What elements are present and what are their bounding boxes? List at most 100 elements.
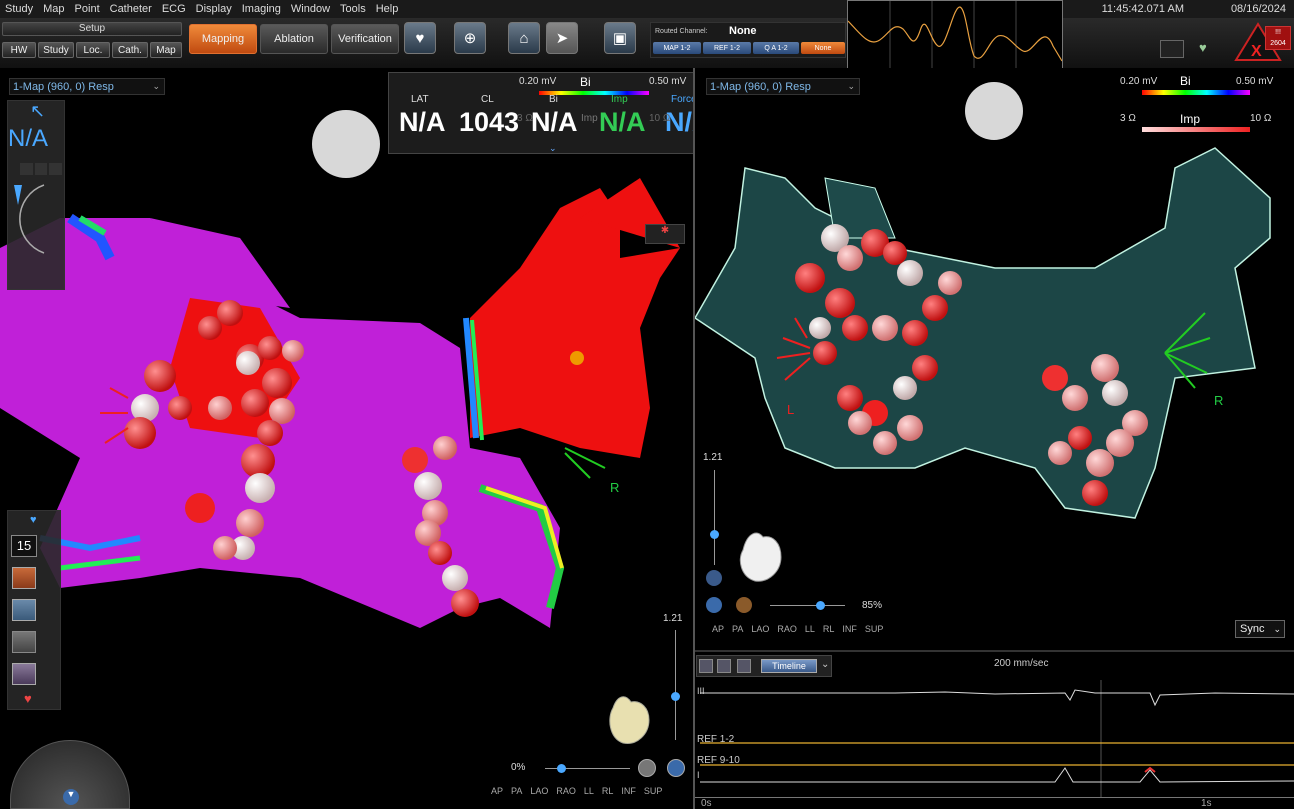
right-zoom-handle[interactable]: [710, 530, 719, 539]
right-view-inf[interactable]: INF: [842, 624, 857, 634]
force-na-display: N/A: [8, 125, 49, 152]
left-view-ap[interactable]: AP: [491, 786, 503, 796]
right-view-ap[interactable]: AP: [712, 624, 724, 634]
left-view-pa[interactable]: PA: [511, 786, 522, 796]
setup-map-button[interactable]: Map: [150, 42, 182, 58]
left-zoom-slider[interactable]: [675, 630, 676, 740]
ecg-time-start: 0s: [701, 798, 712, 809]
down-arrow-icon[interactable]: ▼: [63, 789, 79, 805]
chevron-down-icon[interactable]: ⌄: [821, 659, 829, 670]
monitor-icon[interactable]: ▣: [604, 22, 636, 54]
setup-cath-button[interactable]: Cath.: [112, 42, 148, 58]
left-opacity-handle[interactable]: [557, 764, 566, 773]
right-view-lao[interactable]: LAO: [751, 624, 769, 634]
menu-window[interactable]: Window: [286, 3, 335, 15]
cl-label: CL: [481, 94, 494, 105]
chevron-down-icon[interactable]: ⌄: [152, 81, 160, 92]
menu-help[interactable]: Help: [371, 3, 404, 15]
hand-tool-icon[interactable]: [12, 663, 36, 685]
cursor-select-icon[interactable]: ➤: [546, 22, 578, 54]
right-bi-max: 0.50 mV: [1236, 76, 1274, 87]
menu-map[interactable]: Map: [38, 3, 69, 15]
ecg-toolbar: Timeline ⌄: [696, 655, 832, 677]
setup-loc-button[interactable]: Loc.: [76, 42, 110, 58]
menu-catheter[interactable]: Catheter: [105, 3, 157, 15]
right-opacity-handle[interactable]: [816, 601, 825, 610]
catheter-shape-icon[interactable]: ⌂: [508, 22, 540, 54]
menu-ecg[interactable]: ECG: [157, 3, 191, 15]
imp-scale-min: 3 Ω: [517, 113, 533, 124]
right-view-pa[interactable]: PA: [732, 624, 743, 634]
probe-tool-icon[interactable]: [12, 631, 36, 653]
ecg-traces[interactable]: [695, 680, 1294, 798]
right-heart-model-icon: [733, 525, 788, 585]
expand-chevron-icon[interactable]: ⌄: [549, 143, 557, 154]
right-reset-icon[interactable]: [706, 570, 722, 586]
menu-tools[interactable]: Tools: [335, 3, 371, 15]
filter-heart-icon[interactable]: ♥: [30, 514, 37, 526]
bi-scale-label: Bi: [580, 75, 591, 89]
imp-scale-label: Imp: [581, 113, 598, 124]
right-sphere-icon[interactable]: [736, 597, 752, 613]
right-opacity-slider[interactable]: [770, 605, 845, 606]
chevron-down-icon[interactable]: ⌄: [1273, 621, 1281, 637]
menu-point[interactable]: Point: [70, 3, 105, 15]
ecg-marker-icon[interactable]: [717, 659, 731, 673]
routed-channel-label: Routed Channel:: [655, 28, 708, 35]
heart-plus-icon[interactable]: ♥: [404, 22, 436, 54]
right-view-sup[interactable]: SUP: [865, 624, 884, 634]
right-orientation-l: L: [787, 402, 795, 417]
verification-mode-button[interactable]: Verification: [331, 24, 399, 54]
right-view-rao[interactable]: RAO: [777, 624, 797, 634]
right-zoom-slider[interactable]: [714, 470, 715, 565]
left-reset-icon[interactable]: [667, 759, 685, 777]
ecg-tool-icon[interactable]: [699, 659, 713, 673]
right-map-selector[interactable]: 1-Map (960, 0) Resp ⌄: [706, 78, 860, 95]
right-rotate-icon[interactable]: [706, 597, 722, 613]
left-sphere-icon[interactable]: [638, 759, 656, 777]
routed-none-button[interactable]: None: [801, 42, 845, 54]
ablation-mode-button[interactable]: Ablation: [260, 24, 328, 54]
arrow-up-left-icon[interactable]: ↖: [30, 101, 45, 122]
routed-qa12-button[interactable]: Q A 1-2: [753, 42, 799, 54]
setup-study-button[interactable]: Study: [38, 42, 74, 58]
right-bi-label: Bi: [1180, 74, 1191, 88]
left-map-view[interactable]: R: [0, 68, 693, 809]
timeline-button[interactable]: Timeline: [761, 659, 817, 673]
menu-display[interactable]: Display: [191, 3, 237, 15]
menu-study[interactable]: Study: [0, 3, 38, 15]
left-zoom-handle[interactable]: [671, 692, 680, 701]
routed-ref12-button[interactable]: REF 1-2: [703, 42, 751, 54]
menu-imaging[interactable]: Imaging: [237, 3, 286, 15]
left-map-selector[interactable]: 1-Map (960, 0) Resp ⌄: [9, 78, 165, 95]
catheter-tool-icon[interactable]: [12, 599, 36, 621]
right-view-rl[interactable]: RL: [823, 624, 835, 634]
right-map-title: 1-Map (960, 0) Resp: [710, 80, 811, 93]
left-view-lao[interactable]: LAO: [530, 786, 548, 796]
lat-value: N/A: [399, 107, 446, 137]
ecg-save-icon[interactable]: [737, 659, 751, 673]
left-view-inf[interactable]: INF: [621, 786, 636, 796]
heart-tool-icon[interactable]: ♥: [24, 691, 32, 706]
counter-value[interactable]: 15: [11, 535, 37, 557]
routed-map12-button[interactable]: MAP 1-2: [653, 42, 701, 54]
right-imp-max: 10 Ω: [1250, 113, 1272, 124]
right-view-ll[interactable]: LL: [805, 624, 815, 634]
angle-dial[interactable]: [8, 181, 64, 261]
lat-label: LAT: [411, 94, 429, 105]
cl-value: 1043: [459, 107, 520, 137]
sync-dropdown[interactable]: Sync ⌄: [1235, 620, 1285, 638]
right-zoom-value: 1.21: [703, 452, 723, 463]
chevron-down-icon[interactable]: ⌄: [847, 81, 855, 92]
points-toggle-icon[interactable]: ✱: [645, 224, 685, 244]
left-view-rao[interactable]: RAO: [556, 786, 576, 796]
left-view-sup[interactable]: SUP: [644, 786, 663, 796]
grid-map-icon[interactable]: [12, 567, 36, 589]
mapping-mode-button[interactable]: Mapping: [189, 24, 257, 54]
left-view-rl[interactable]: RL: [602, 786, 614, 796]
bi-scale-max: 0.50 mV: [649, 76, 687, 87]
left-view-ll[interactable]: LL: [584, 786, 594, 796]
left-anatomy-map[interactable]: [0, 68, 693, 809]
setup-hw-button[interactable]: HW: [2, 42, 36, 58]
compass-icon[interactable]: ⊕: [454, 22, 486, 54]
